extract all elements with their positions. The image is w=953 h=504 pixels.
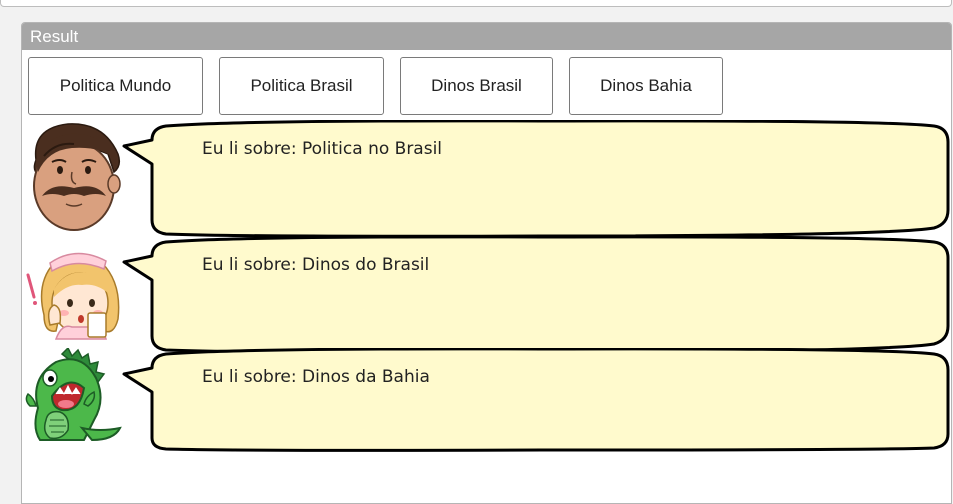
speech-bubble: Eu li sobre: Politica no Brasil — [122, 120, 951, 238]
result-header: Result — [22, 23, 951, 50]
green-dinosaur-icon — [22, 346, 124, 444]
message-text: Eu li sobre: Politica no Brasil — [202, 139, 443, 159]
politica-brasil-button[interactable]: Politica Brasil — [219, 57, 384, 115]
dinos-brasil-button[interactable]: Dinos Brasil — [400, 57, 553, 115]
dinos-bahia-button[interactable]: Dinos Bahia — [569, 57, 723, 115]
politica-mundo-button[interactable]: Politica Mundo — [28, 57, 203, 115]
speech-bubble: Eu li sobre: Dinos do Brasil — [122, 236, 951, 354]
man-mustache-icon — [22, 120, 124, 232]
message-text: Eu li sobre: Dinos do Brasil — [202, 255, 430, 275]
nurse-girl-icon — [22, 239, 124, 347]
top-frame — [0, 0, 952, 7]
result-panel: Result Politica Mundo Politica Brasil Di… — [21, 22, 952, 504]
speech-bubble: Eu li sobre: Dinos da Bahia — [122, 348, 951, 466]
message-text: Eu li sobre: Dinos da Bahia — [202, 367, 430, 387]
